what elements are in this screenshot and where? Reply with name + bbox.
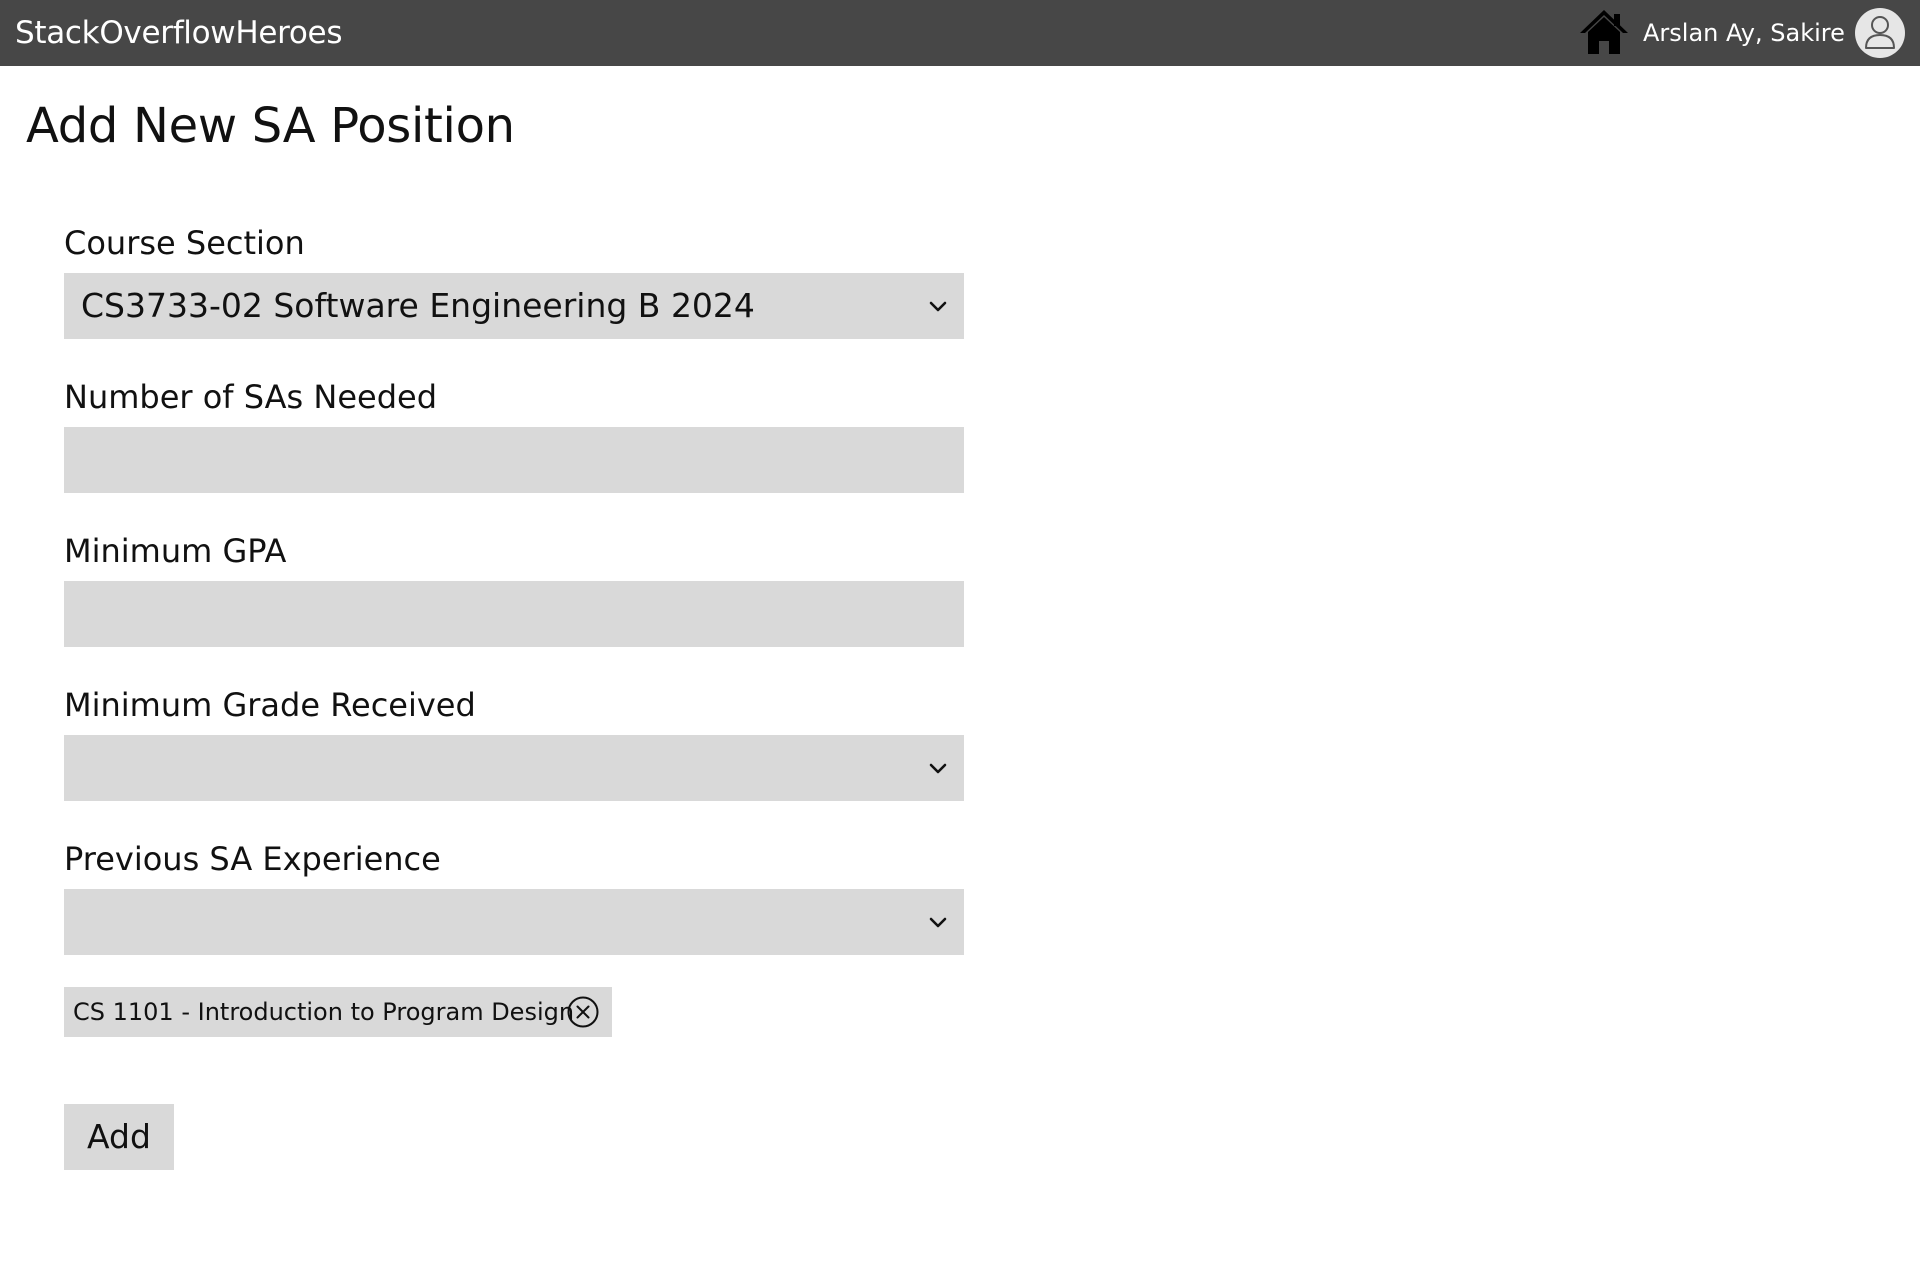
prev-experience-label: Previous SA Experience <box>64 840 441 878</box>
chevron-down-icon <box>926 294 950 318</box>
course-section-value: CS3733-02 Software Engineering B 2024 <box>81 286 755 325</box>
course-section-label: Course Section <box>64 224 305 262</box>
app-brand[interactable]: StackOverflowHeroes <box>15 14 342 52</box>
course-section-select[interactable]: CS3733-02 Software Engineering B 2024 <box>64 273 964 339</box>
top-navigation-bar: StackOverflowHeroes Arslan Ay, Sakire <box>0 0 1920 66</box>
min-gpa-label: Minimum GPA <box>64 532 287 570</box>
min-grade-label: Minimum Grade Received <box>64 686 476 724</box>
close-circle-icon[interactable] <box>566 995 600 1029</box>
user-name[interactable]: Arslan Ay, Sakire <box>1643 18 1845 48</box>
chevron-down-icon <box>926 910 950 934</box>
num-sas-input[interactable] <box>64 427 964 493</box>
selected-course-chip: CS 1101 - Introduction to Program Design <box>64 987 612 1037</box>
min-gpa-input[interactable] <box>64 581 964 647</box>
add-button[interactable]: Add <box>64 1104 174 1170</box>
user-avatar-icon[interactable] <box>1855 8 1905 58</box>
page-title: Add New SA Position <box>26 98 515 154</box>
min-grade-select[interactable] <box>64 735 964 801</box>
chip-label: CS 1101 - Introduction to Program Design <box>73 998 575 1026</box>
home-icon[interactable] <box>1578 8 1630 56</box>
prev-experience-select[interactable] <box>64 889 964 955</box>
chevron-down-icon <box>926 756 950 780</box>
num-sas-label: Number of SAs Needed <box>64 378 437 416</box>
